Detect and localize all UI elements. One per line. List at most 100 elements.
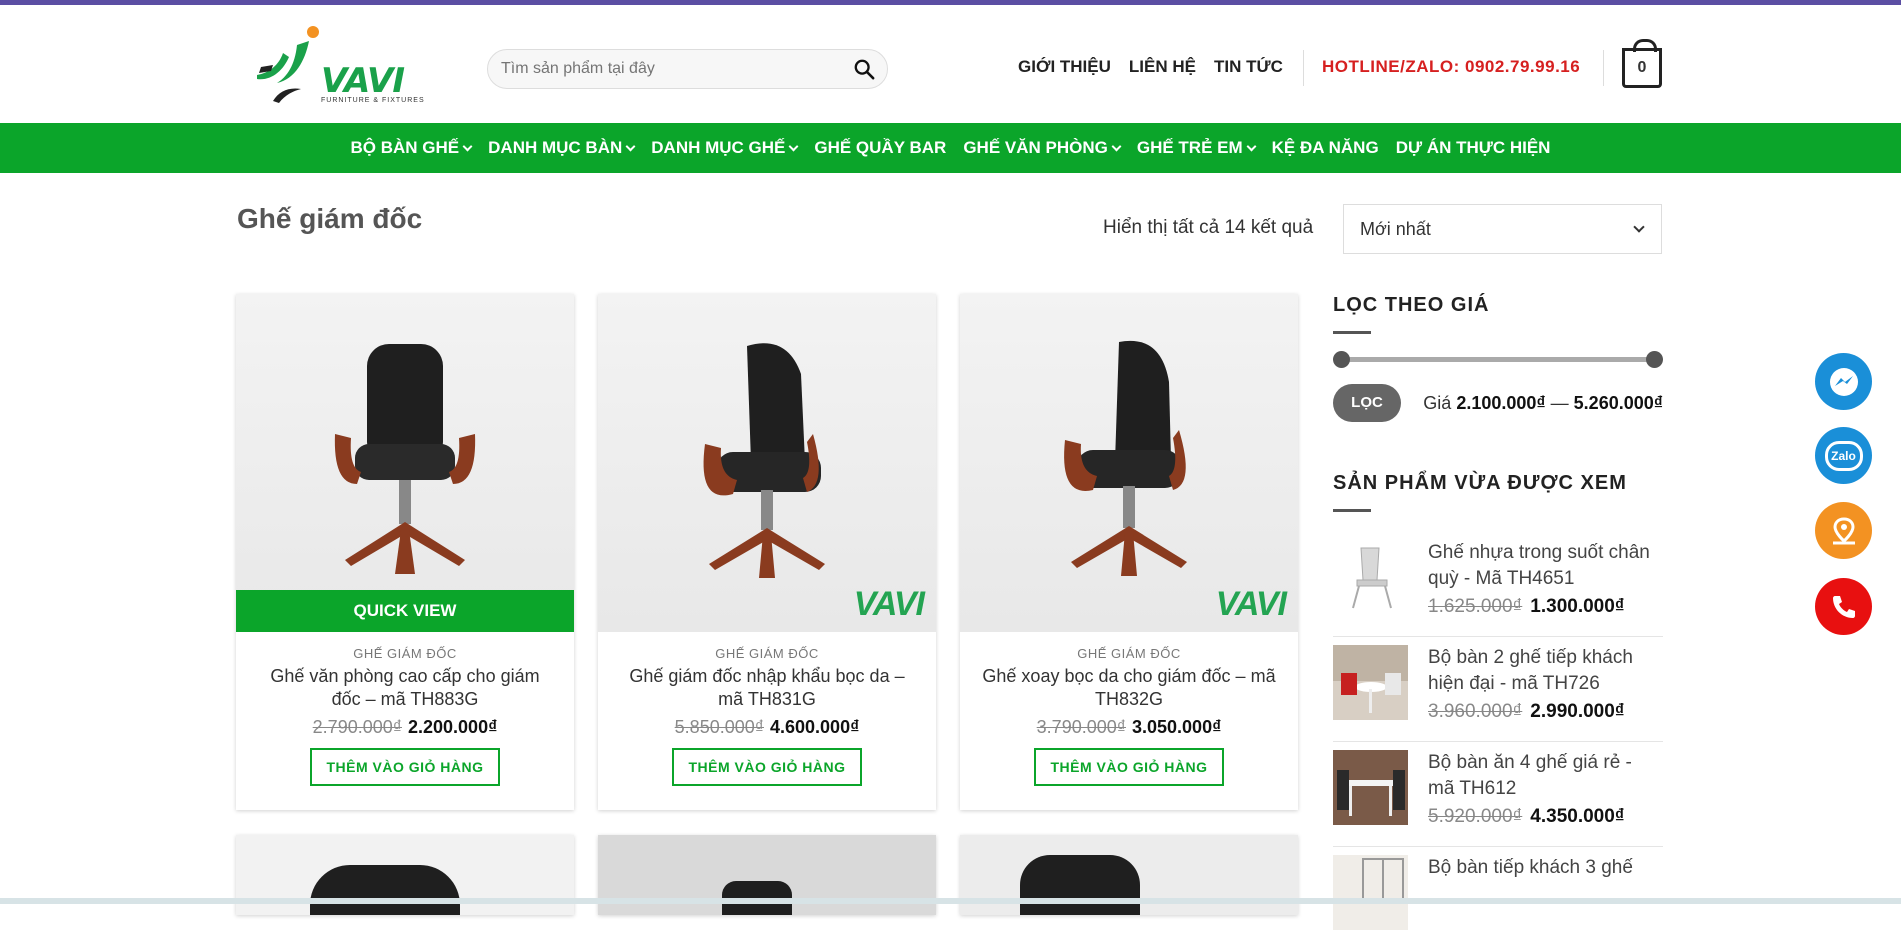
recent-item-price: 5.920.000₫ 4.350.000₫: [1428, 806, 1663, 828]
old-price: 2.790.000₫: [312, 717, 402, 737]
link-gioi-thieu[interactable]: GIỚI THIỆU: [1018, 57, 1111, 77]
list-item[interactable]: Bộ bàn ăn 4 ghế giá rẻ - mã TH612 5.920.…: [1333, 742, 1663, 847]
product-name[interactable]: Ghế giám đốc nhập khẩu bọc da – mã TH831…: [616, 665, 918, 711]
list-item[interactable]: Ghế nhựa trong suốt chân quỳ - Mã TH4651…: [1333, 532, 1663, 637]
chevron-down-icon: [788, 141, 799, 151]
page-title: Ghế giám đốc: [237, 203, 423, 234]
watermark-logo: VAVI: [1215, 585, 1287, 623]
recent-item-name[interactable]: Bộ bàn 2 ghế tiếp khách hiện đại - mã TH…: [1428, 645, 1663, 697]
nav-item-danh-muc-ban[interactable]: DANH MỤC BÀN: [488, 138, 636, 158]
chair-image-icon: [1333, 645, 1408, 713]
watermark-logo: VAVI: [853, 585, 925, 623]
chair-image-icon: [1020, 855, 1140, 915]
sort-selected-value: Mới nhất: [1360, 219, 1431, 239]
product-thumbnail[interactable]: [1333, 750, 1408, 825]
result-count: Hiển thị tất cả 14 kết quả: [1103, 217, 1314, 238]
recent-item-price: 1.625.000₫ 1.300.000₫: [1428, 596, 1663, 618]
map-button[interactable]: [1815, 502, 1872, 559]
recent-item-name[interactable]: Bộ bàn tiếp khách 3 ghế: [1428, 855, 1633, 881]
product-name[interactable]: Ghế xoay bọc da cho giám đốc – mã TH832G: [978, 665, 1280, 711]
add-to-cart-button[interactable]: THÊM VÀO GIỎ HÀNG: [1034, 748, 1224, 786]
recent-item-name[interactable]: Bộ bàn ăn 4 ghế giá rẻ - mã TH612: [1428, 750, 1663, 802]
list-item[interactable]: Bộ bàn 2 ghế tiếp khách hiện đại - mã TH…: [1333, 637, 1663, 742]
recent-item-name[interactable]: Ghế nhựa trong suốt chân quỳ - Mã TH4651: [1428, 540, 1663, 592]
product-category[interactable]: GHẾ GIÁM ĐỐC: [598, 646, 936, 661]
price-min: 2.100.000₫: [1456, 392, 1546, 413]
nav-item-label: DỰ ÁN THỰC HIỆN: [1395, 138, 1551, 157]
chevron-down-icon: [1633, 221, 1645, 233]
sale-price: 3.050.000₫: [1132, 717, 1222, 737]
nav-item-bo-ban-ghe[interactable]: BỘ BÀN GHẾ: [351, 138, 473, 158]
zalo-button[interactable]: Zalo: [1815, 427, 1872, 484]
chair-image-icon: [1064, 340, 1187, 576]
price-separator: —: [1550, 392, 1569, 413]
phone-button[interactable]: [1815, 578, 1872, 635]
site-logo[interactable]: VAVI FURNITURE & FIXTURES: [253, 21, 433, 107]
nav-item-du-an-thuc-hien[interactable]: DỰ ÁN THỰC HIỆN: [1396, 138, 1551, 158]
slider-max-handle[interactable]: [1646, 351, 1663, 368]
product-category[interactable]: GHẾ GIÁM ĐỐC: [236, 646, 574, 661]
search-input[interactable]: [488, 50, 828, 88]
product-card[interactable]: QUICK VIEW GHẾ GIÁM ĐỐC Ghế văn phòng ca…: [236, 294, 574, 810]
slider-min-handle[interactable]: [1333, 351, 1350, 368]
nav-item-ghe-van-phong[interactable]: GHẾ VĂN PHÒNG: [963, 138, 1122, 158]
nav-item-label: DANH MỤC BÀN: [488, 138, 623, 157]
nav-item-ghe-quay-bar[interactable]: GHẾ QUẦY BAR: [814, 138, 946, 158]
sale-price: 2.200.000₫: [408, 717, 498, 737]
link-tin-tuc[interactable]: TIN TỨC: [1214, 57, 1283, 77]
sale-price: 2.990.000₫: [1530, 701, 1625, 722]
link-lien-he[interactable]: LIÊN HỆ: [1129, 57, 1196, 77]
sort-select[interactable]: Mới nhất: [1343, 204, 1662, 254]
product-image[interactable]: VAVI: [598, 294, 936, 632]
chair-image-icon: [703, 343, 825, 578]
cart-button[interactable]: 0: [1622, 39, 1662, 88]
category-header: Ghế giám đốc Hiển thị tất cả 14 kết quả …: [0, 173, 1901, 283]
filter-button[interactable]: LỌC: [1333, 384, 1401, 422]
nav-item-label: GHẾ QUẦY BAR: [814, 138, 947, 157]
recent-item-price: 3.960.000₫ 2.990.000₫: [1428, 701, 1663, 723]
phone-icon: [1832, 595, 1855, 618]
product-thumbnail[interactable]: [1333, 855, 1408, 930]
shelf-image-icon: [1362, 858, 1404, 900]
main-navigation: BỘ BÀN GHẾ DANH MỤC BÀN DANH MỤC GHẾ GHẾ…: [0, 123, 1901, 173]
product-card[interactable]: VAVI GHẾ GIÁM ĐỐC Ghế xoay bọc da cho gi…: [960, 294, 1298, 810]
quick-view-button[interactable]: QUICK VIEW: [236, 590, 574, 632]
product-thumbnail[interactable]: [1333, 645, 1408, 720]
logo-tagline: FURNITURE & FIXTURES: [321, 97, 425, 104]
product-name[interactable]: Ghế văn phòng cao cấp cho giám đốc – mã …: [254, 665, 556, 711]
sale-price: 4.600.000₫: [770, 717, 860, 737]
product-price: 3.790.000₫ 3.050.000₫: [960, 717, 1298, 738]
price-slider[interactable]: [1333, 350, 1663, 368]
chevron-down-icon: [625, 141, 636, 151]
product-image[interactable]: VAVI: [960, 294, 1298, 632]
chair-image-icon: [1337, 770, 1405, 816]
nav-item-ghe-tre-em[interactable]: GHẾ TRẺ EM: [1136, 138, 1257, 158]
chevron-down-icon: [462, 141, 473, 151]
sidebar: LỌC THEO GIÁ LỌC Giá 2.100.000₫ — 5.260.…: [1333, 294, 1663, 952]
zalo-icon: Zalo: [1824, 440, 1863, 471]
recent-products-list: Ghế nhựa trong suốt chân quỳ - Mã TH4651…: [1333, 532, 1663, 952]
chair-image-icon: [1352, 547, 1392, 609]
add-to-cart-button[interactable]: THÊM VÀO GIỎ HÀNG: [672, 748, 862, 786]
product-category[interactable]: GHẾ GIÁM ĐỐC: [960, 646, 1298, 661]
nav-item-danh-muc-ghe[interactable]: DANH MỤC GHẾ: [651, 138, 799, 158]
product-image[interactable]: QUICK VIEW: [236, 294, 574, 632]
product-price: 2.790.000₫ 2.200.000₫: [236, 717, 574, 738]
sale-price: 4.350.000₫: [1530, 806, 1625, 827]
recent-item-text: Ghế nhựa trong suốt chân quỳ - Mã TH4651…: [1428, 540, 1663, 628]
search-icon[interactable]: [853, 58, 875, 80]
add-to-cart-button[interactable]: THÊM VÀO GIỎ HÀNG: [310, 748, 500, 786]
product-card[interactable]: VAVI GHẾ GIÁM ĐỐC Ghế giám đốc nhập khẩu…: [598, 294, 936, 810]
nav-item-label: GHẾ TRẺ EM: [1136, 138, 1243, 157]
old-price: 1.625.000₫: [1428, 596, 1523, 617]
messenger-button[interactable]: [1815, 353, 1872, 410]
recent-item-text: Bộ bàn 2 ghế tiếp khách hiện đại - mã TH…: [1428, 645, 1663, 733]
messenger-icon: [1829, 367, 1858, 396]
map-pin-icon: [1832, 516, 1855, 544]
nav-item-label: KỆ ĐA NĂNG: [1271, 138, 1379, 157]
nav-item-ke-da-nang[interactable]: KỆ ĐA NĂNG: [1272, 138, 1379, 158]
product-thumbnail[interactable]: [1333, 540, 1408, 615]
logo-mark-icon: [257, 26, 319, 103]
hotline-text[interactable]: HOTLINE/ZALO: 0902.79.99.16: [1322, 57, 1580, 77]
old-price: 5.850.000₫: [674, 717, 764, 737]
